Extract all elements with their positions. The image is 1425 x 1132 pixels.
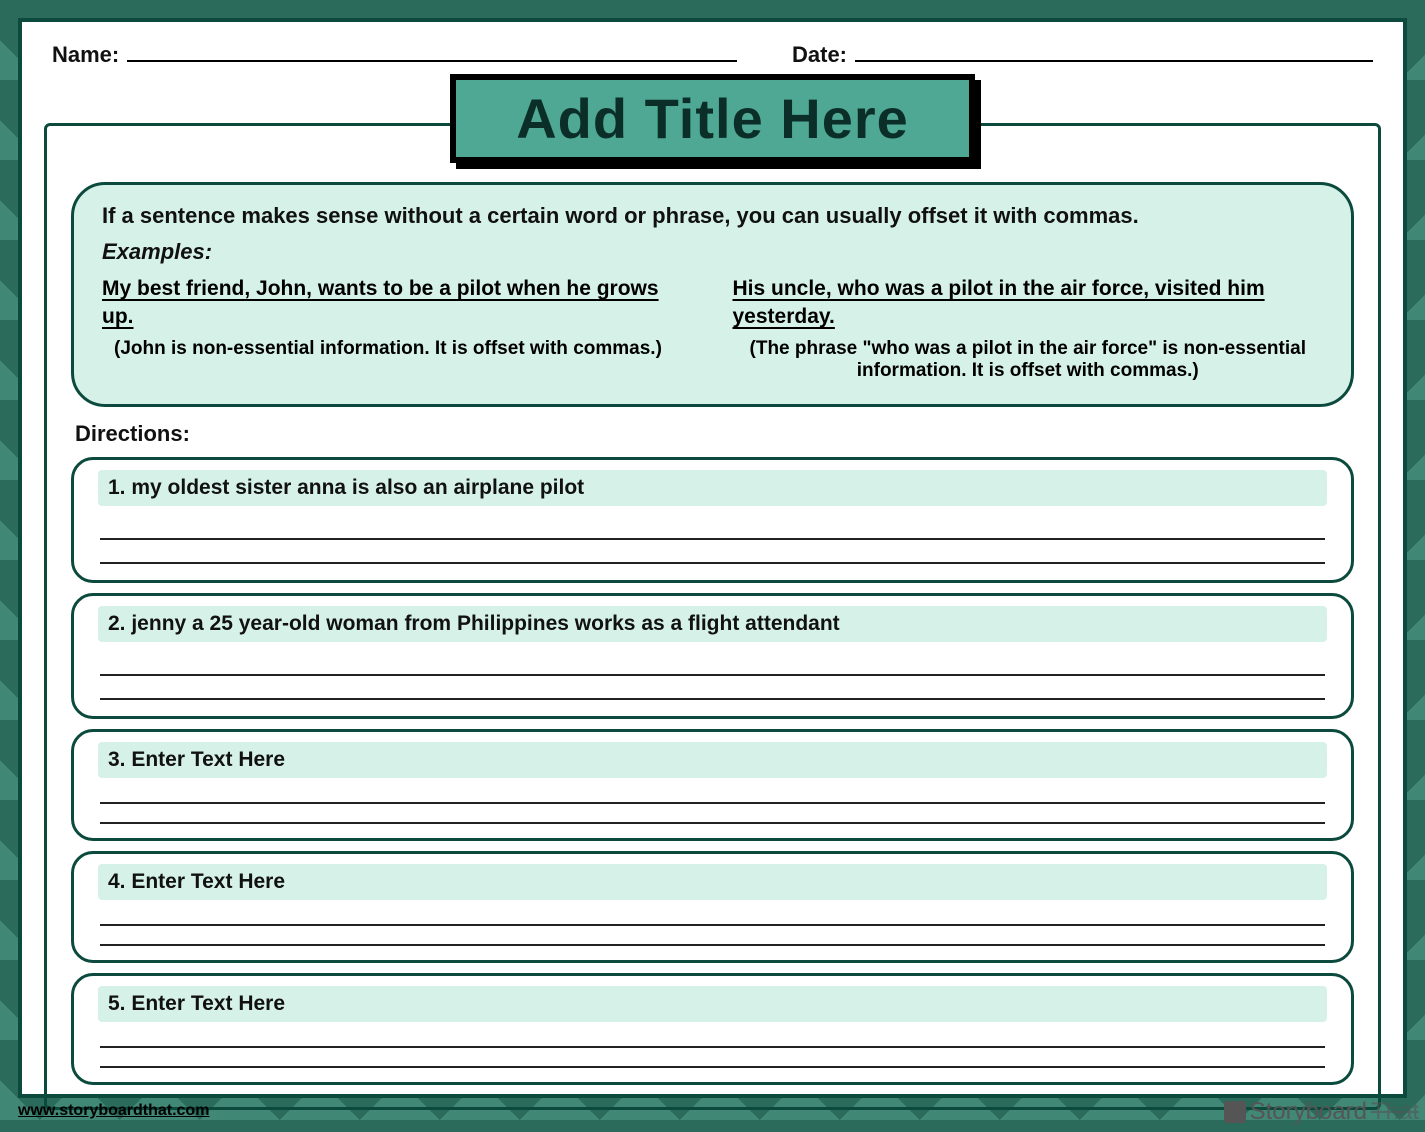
answer-line[interactable] <box>100 680 1325 700</box>
question-4-text[interactable]: 4. Enter Text Here <box>98 864 1327 900</box>
example-1-note: (John is non-essential information. It i… <box>102 338 693 360</box>
answer-line[interactable] <box>100 910 1325 926</box>
date-input-line[interactable] <box>855 40 1373 62</box>
question-box-3: 3. Enter Text Here <box>71 729 1354 841</box>
question-2-text[interactable]: 2. jenny a 25 year-old woman from Philip… <box>98 606 1327 642</box>
question-5-text[interactable]: 5. Enter Text Here <box>98 986 1327 1022</box>
name-field: Name: <box>52 40 752 68</box>
example-1: My best friend, John, wants to be a pilo… <box>102 275 693 382</box>
question-box-2: 2. jenny a 25 year-old woman from Philip… <box>71 593 1354 719</box>
question-1-text[interactable]: 1. my oldest sister anna is also an airp… <box>98 470 1327 506</box>
example-2-sentence: His uncle, who was a pilot in the air fo… <box>733 275 1324 332</box>
title-container: Add Title Here <box>22 74 1403 163</box>
answer-line[interactable] <box>100 808 1325 824</box>
question-box-5: 5. Enter Text Here <box>71 973 1354 1085</box>
date-label: Date: <box>792 42 847 68</box>
directions-label: Directions: <box>75 421 1358 447</box>
example-2-note: (The phrase "who was a pilot in the air … <box>733 338 1324 382</box>
answer-line[interactable] <box>100 1032 1325 1048</box>
brand-text-right: That <box>1371 1098 1419 1126</box>
answer-line[interactable] <box>100 1052 1325 1068</box>
examples-row: My best friend, John, wants to be a pilo… <box>102 275 1323 382</box>
answer-line[interactable] <box>100 930 1325 946</box>
example-1-sentence: My best friend, John, wants to be a pilo… <box>102 275 693 332</box>
instruction-intro: If a sentence makes sense without a cert… <box>102 203 1323 229</box>
footer-brand: Storyboard That <box>1224 1098 1419 1126</box>
answer-line[interactable] <box>100 788 1325 804</box>
brand-text-left: Storyboard <box>1250 1098 1367 1126</box>
answer-line[interactable] <box>100 656 1325 676</box>
brand-icon <box>1224 1101 1246 1123</box>
examples-label: Examples: <box>102 239 1323 265</box>
question-box-1: 1. my oldest sister anna is also an airp… <box>71 457 1354 583</box>
answer-line[interactable] <box>100 544 1325 564</box>
footer-url: www.storyboardthat.com <box>18 1102 209 1120</box>
name-input-line[interactable] <box>127 40 737 62</box>
worksheet-page: Name: Date: Add Title Here If a sentence… <box>18 18 1407 1098</box>
example-2: His uncle, who was a pilot in the air fo… <box>733 275 1324 382</box>
name-label: Name: <box>52 42 119 68</box>
question-3-text[interactable]: 3. Enter Text Here <box>98 742 1327 778</box>
worksheet-title[interactable]: Add Title Here <box>450 74 975 163</box>
answer-line[interactable] <box>100 520 1325 540</box>
date-field: Date: <box>792 40 1373 68</box>
question-box-4: 4. Enter Text Here <box>71 851 1354 963</box>
instruction-box: If a sentence makes sense without a cert… <box>71 182 1354 407</box>
header-row: Name: Date: <box>22 22 1403 76</box>
main-panel: If a sentence makes sense without a cert… <box>44 123 1381 1110</box>
